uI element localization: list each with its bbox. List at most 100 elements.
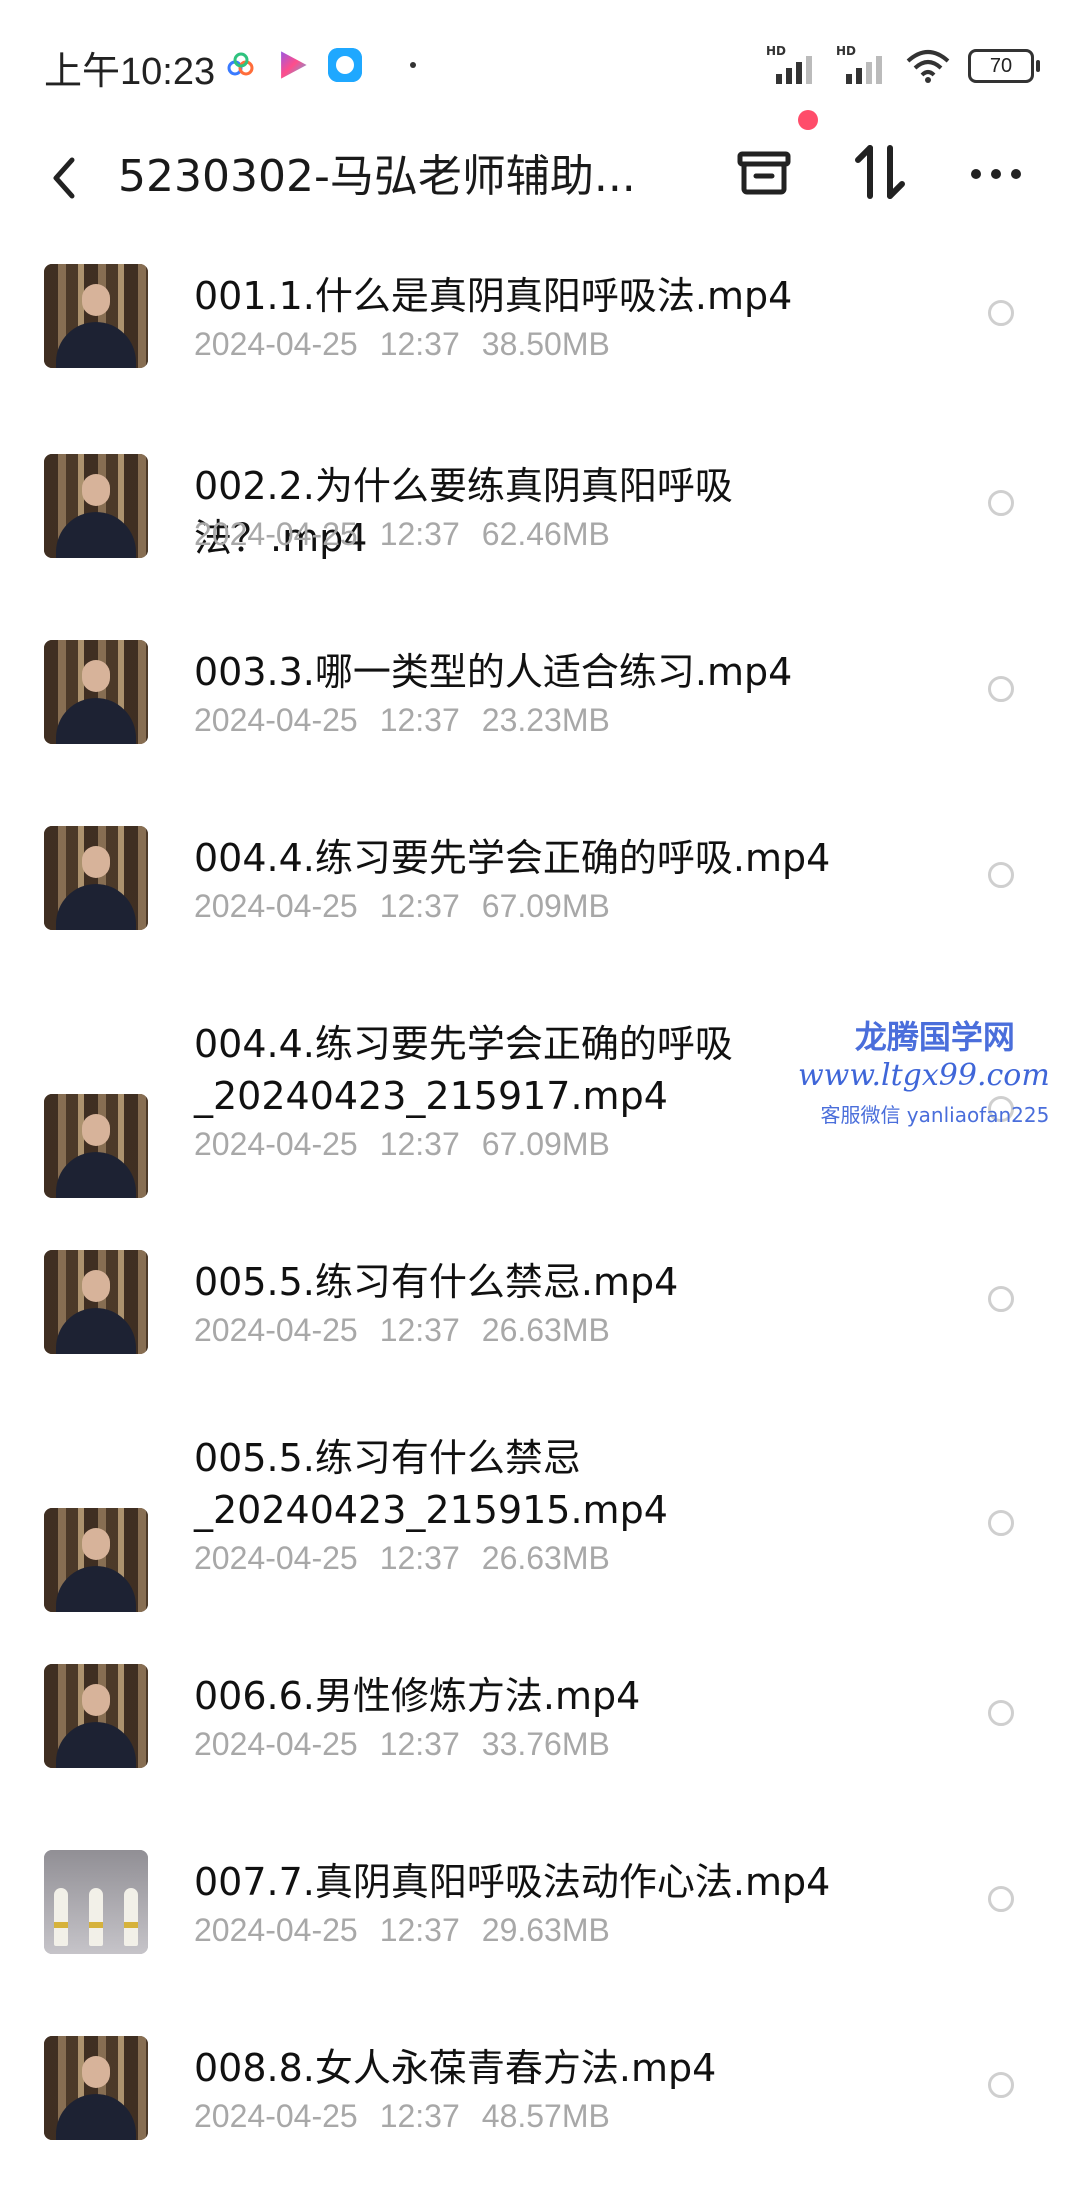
file-meta: 2024-04-25 12:37 26.63MB: [194, 1312, 632, 1349]
select-radio[interactable]: [988, 300, 1014, 326]
file-name: 007.7.真阴真阳呼吸法动作心法.mp4: [194, 1860, 831, 1904]
top-toolbar: 5230302-马弘老师辅助...: [0, 110, 1080, 240]
file-date: 2024-04-25: [194, 516, 358, 552]
watermark-line-3: 客服微信 yanliaofan225: [820, 1103, 1050, 1127]
file-size: 38.50MB: [481, 326, 610, 362]
file-date: 2024-04-25: [194, 1126, 358, 1162]
file-name: 003.3.哪一类型的人适合练习.mp4: [194, 650, 793, 694]
video-thumbnail: [44, 1664, 148, 1768]
archive-box-icon[interactable]: [730, 138, 798, 206]
watermark-line-1: 龙腾国学网: [854, 1018, 1015, 1056]
file-meta: 2024-04-25 12:37 29.63MB: [194, 1912, 632, 1949]
video-thumbnail: [44, 640, 148, 744]
file-time: 12:37: [379, 2098, 460, 2134]
select-radio[interactable]: [988, 490, 1014, 516]
file-row[interactable]: 008.8.女人永葆青春方法.mp4 2024-04-25 12:37 48.57MB: [0, 2012, 1080, 2198]
file-meta: 2024-04-25 12:37 23.23MB: [194, 702, 632, 739]
file-date: 2024-04-25: [194, 702, 358, 738]
file-meta: 2024-04-25 12:37 48.57MB: [194, 2098, 632, 2135]
status-bar: 上午10:23 HD HD 70: [0, 0, 1080, 130]
file-size: 48.57MB: [481, 2098, 610, 2134]
file-meta: 2024-04-25 12:37 62.46MB: [194, 516, 632, 553]
file-name: 005.5.练习有什么禁忌.mp4: [194, 1260, 679, 1304]
watermark-line-2: www.ltgx99.com: [798, 1058, 1050, 1093]
video-thumbnail: [44, 264, 148, 368]
file-name: 004.4.练习要先学会正确的呼吸.mp4: [194, 836, 831, 880]
file-date: 2024-04-25: [194, 1912, 358, 1948]
notification-dot-icon: [410, 62, 416, 68]
status-time: 上午10:23: [44, 51, 216, 93]
select-radio[interactable]: [988, 1286, 1014, 1312]
file-name: 008.8.女人永葆青春方法.mp4: [194, 2046, 717, 2090]
file-time: 12:37: [379, 326, 460, 362]
watermark: 龙腾国学网 www.ltgx99.com 客服微信 yanliaofan225: [798, 1012, 1050, 1128]
red-badge-dot: [798, 110, 818, 130]
cloud-app-icon: [227, 52, 254, 76]
file-time: 12:37: [379, 1126, 460, 1162]
file-date: 2024-04-25: [194, 888, 358, 924]
file-size: 29.63MB: [481, 1912, 610, 1948]
select-radio[interactable]: [988, 1886, 1014, 1912]
signal-2-icon: HD: [836, 44, 888, 84]
file-row[interactable]: 005.5.练习有什么禁忌 _20240423_215915.mp4 2024-0…: [0, 1402, 1080, 1640]
file-date: 2024-04-25: [194, 1726, 358, 1762]
status-system-icons: HD HD 70: [766, 44, 1040, 84]
signal-1-icon: HD: [766, 44, 818, 84]
chat-app-icon: [328, 48, 362, 82]
file-row[interactable]: 005.5.练习有什么禁忌.mp4 2024-04-25 12:37 26.63MB: [0, 1226, 1080, 1402]
file-time: 12:37: [379, 1312, 460, 1348]
file-meta: 2024-04-25 12:37 33.76MB: [194, 1726, 632, 1763]
file-size: 67.09MB: [481, 888, 610, 924]
file-size: 26.63MB: [481, 1312, 610, 1348]
file-name: 001.1.什么是真阴真阳呼吸法.mp4: [194, 274, 793, 318]
wifi-icon: [906, 50, 950, 83]
status-app-icons: [224, 48, 416, 82]
file-date: 2024-04-25: [194, 2098, 358, 2134]
file-time: 12:37: [379, 1726, 460, 1762]
select-radio[interactable]: [988, 862, 1014, 888]
video-thumbnail: [44, 1850, 148, 1954]
video-thumbnail: [44, 1250, 148, 1354]
file-time: 12:37: [379, 1540, 460, 1576]
video-thumbnail: [44, 454, 148, 558]
file-name: 005.5.练习有什么禁忌 _20240423_215915.mp4: [194, 1436, 668, 1532]
select-radio[interactable]: [988, 1510, 1014, 1536]
file-size: 33.76MB: [481, 1726, 610, 1762]
file-row[interactable]: 004.4.练习要先学会正确的呼吸.mp4 2024-04-25 12:37 67.0…: [0, 802, 1080, 988]
select-radio[interactable]: [988, 1700, 1014, 1726]
video-thumbnail: [44, 2036, 148, 2140]
file-size: 67.09MB: [481, 1126, 610, 1162]
file-time: 12:37: [379, 702, 460, 738]
file-time: 12:37: [379, 1912, 460, 1948]
file-name: 006.6.男性修炼方法.mp4: [194, 1674, 641, 1718]
file-row[interactable]: 002.2.为什么要练真阴真阳呼吸法？.mp4 2024-04-25 12:37 62…: [0, 430, 1080, 616]
more-icon[interactable]: [962, 138, 1030, 206]
back-icon[interactable]: [44, 148, 84, 208]
file-size: 23.23MB: [481, 702, 610, 738]
file-time: 12:37: [379, 516, 460, 552]
play-app-icon: [281, 51, 307, 79]
select-radio[interactable]: [988, 2072, 1014, 2098]
video-thumbnail: [44, 1094, 148, 1198]
file-size: 26.63MB: [481, 1540, 610, 1576]
video-thumbnail: [44, 1508, 148, 1612]
file-date: 2024-04-25: [194, 1312, 358, 1348]
video-thumbnail: [44, 826, 148, 930]
file-meta: 2024-04-25 12:37 67.09MB: [194, 888, 632, 925]
file-row[interactable]: 003.3.哪一类型的人适合练习.mp4 2024-04-25 12:37 23.23…: [0, 616, 1080, 802]
file-meta: 2024-04-25 12:37 67.09MB: [194, 1126, 632, 1163]
file-time: 12:37: [379, 888, 460, 924]
file-meta: 2024-04-25 12:37 38.50MB: [194, 326, 632, 363]
file-row[interactable]: 001.1.什么是真阴真阳呼吸法.mp4 2024-04-25 12:37 38.50…: [0, 240, 1080, 430]
file-row[interactable]: 007.7.真阴真阳呼吸法动作心法.mp4 2024-04-25 12:37 29.6…: [0, 1826, 1080, 2012]
sort-icon[interactable]: [846, 138, 914, 206]
file-date: 2024-04-25: [194, 326, 358, 362]
file-date: 2024-04-25: [194, 1540, 358, 1576]
page-title: 5230302-马弘老师辅助...: [118, 151, 636, 202]
file-row[interactable]: 006.6.男性修炼方法.mp4 2024-04-25 12:37 33.76MB: [0, 1640, 1080, 1826]
file-meta: 2024-04-25 12:37 26.63MB: [194, 1540, 632, 1577]
file-name: 004.4.练习要先学会正确的呼吸 _20240423_215917.mp4: [194, 1022, 733, 1118]
battery-icon: 70: [968, 49, 1040, 83]
file-size: 62.46MB: [481, 516, 610, 552]
select-radio[interactable]: [988, 676, 1014, 702]
